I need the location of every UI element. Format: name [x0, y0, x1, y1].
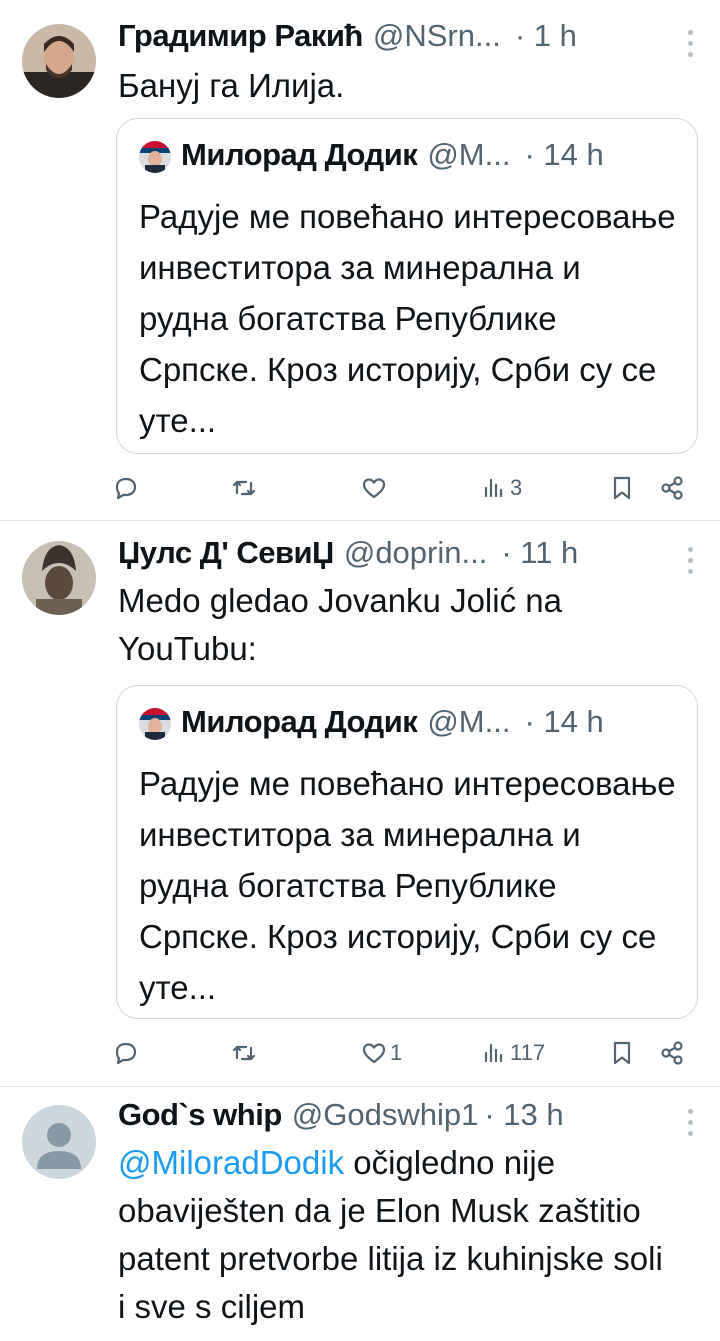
author-name[interactable]: Џулс Д' СевиЏ — [118, 535, 334, 571]
views-button[interactable]: 3 — [480, 468, 522, 508]
tweet-1[interactable]: Градимир Ракић @NSrn... · 1 h Бануј га И… — [0, 0, 720, 520]
tweet-text: Medo gledao Jovanku Jolić na YouTubu: — [118, 582, 562, 667]
retweet-icon — [232, 1045, 256, 1061]
avatar[interactable] — [22, 541, 96, 615]
quoted-author-name: Милорад Додик — [181, 137, 418, 172]
quoted-time: · 14 h — [524, 704, 604, 739]
quoted-text: Радује ме повећано интересовање инвестит… — [139, 765, 676, 1006]
author-handle[interactable]: @NSrn... — [373, 18, 501, 54]
bookmark-icon — [613, 476, 631, 500]
tweet-header: Градимир Ракић @NSrn... · 1 h — [118, 16, 704, 56]
view-count: 117 — [510, 1040, 546, 1065]
view-count: 3 — [510, 475, 523, 500]
like-button[interactable] — [360, 468, 390, 508]
like-icon — [362, 1043, 386, 1064]
quoted-text: Радује ме повећано интересовање инвестит… — [139, 198, 676, 439]
like-count: 1 — [390, 1040, 403, 1065]
author-handle[interactable]: @doprin... — [344, 535, 487, 571]
share-icon — [661, 476, 683, 500]
tweet-time[interactable]: · 11 h — [501, 535, 578, 571]
quoted-avatar — [139, 141, 171, 173]
reply-icon — [115, 477, 137, 500]
tweet-time[interactable]: · 13 h — [484, 1097, 563, 1133]
reply-button[interactable] — [112, 468, 140, 508]
tweet-header: Џулс Д' СевиЏ @doprin... · 11 h — [118, 533, 704, 573]
tweet-time[interactable]: · 1 h — [515, 18, 577, 54]
avatar[interactable] — [22, 1105, 96, 1179]
quoted-author-handle: @M... — [427, 137, 511, 172]
avatar-image — [22, 541, 96, 615]
quoted-author-name: Милорад Додик — [181, 704, 418, 739]
avatar-image — [22, 24, 96, 98]
views-icon — [484, 478, 503, 498]
views-button[interactable]: 117 — [480, 1033, 545, 1073]
share-icon — [661, 1041, 683, 1065]
tweet-text: Бануј га Илија. — [118, 67, 345, 104]
tweet-header: God`s whip @Godswhip1 · 13 h — [118, 1095, 704, 1135]
retweet-icon — [232, 480, 256, 496]
retweet-button[interactable] — [230, 468, 258, 508]
share-button[interactable] — [658, 468, 686, 508]
quoted-header: Милорад Додик @M... · 14 h — [181, 135, 677, 175]
views-icon — [484, 1043, 503, 1063]
default-avatar-icon — [22, 1105, 96, 1179]
reply-button[interactable] — [112, 1033, 140, 1073]
avatar[interactable] — [22, 24, 96, 98]
tweet-actions: 3 — [112, 468, 702, 508]
reply-icon — [115, 1042, 137, 1065]
bookmark-button[interactable] — [608, 468, 636, 508]
like-icon — [362, 478, 386, 499]
tweet-text: @MiloradDodik očigledno nije obaviješten… — [118, 1139, 678, 1331]
quoted-time: · 14 h — [524, 137, 604, 172]
quoted-tweet[interactable]: Милорад Додик @M... · 14 h Радује ме пов… — [116, 685, 698, 1019]
like-button[interactable]: 1 — [360, 1033, 402, 1073]
more-icon[interactable] — [688, 547, 694, 574]
author-handle[interactable]: @Godswhip1 — [292, 1097, 479, 1133]
tweet-2[interactable]: Џулс Д' СевиЏ @doprin... · 11 h Medo gle… — [0, 521, 720, 1086]
author-name[interactable]: God`s whip — [118, 1097, 282, 1133]
bookmark-button[interactable] — [608, 1033, 636, 1073]
share-button[interactable] — [658, 1033, 686, 1073]
retweet-button[interactable] — [230, 1033, 258, 1073]
more-icon[interactable] — [688, 1109, 694, 1136]
quoted-header: Милорад Додик @M... · 14 h — [181, 702, 677, 742]
bookmark-icon — [613, 1041, 631, 1065]
more-icon[interactable] — [688, 30, 694, 57]
quoted-author-handle: @M... — [427, 704, 511, 739]
tweet-actions: 1 117 — [112, 1033, 702, 1073]
quoted-avatar — [139, 708, 171, 740]
mention-link[interactable]: @MiloradDodik — [118, 1144, 344, 1181]
author-name[interactable]: Градимир Ракић — [118, 18, 363, 54]
tweet-3[interactable]: God`s whip @Godswhip1 · 13 h @MiloradDod… — [0, 1087, 720, 1341]
quoted-tweet[interactable]: Милорад Додик @M... · 14 h Радује ме пов… — [116, 118, 698, 454]
